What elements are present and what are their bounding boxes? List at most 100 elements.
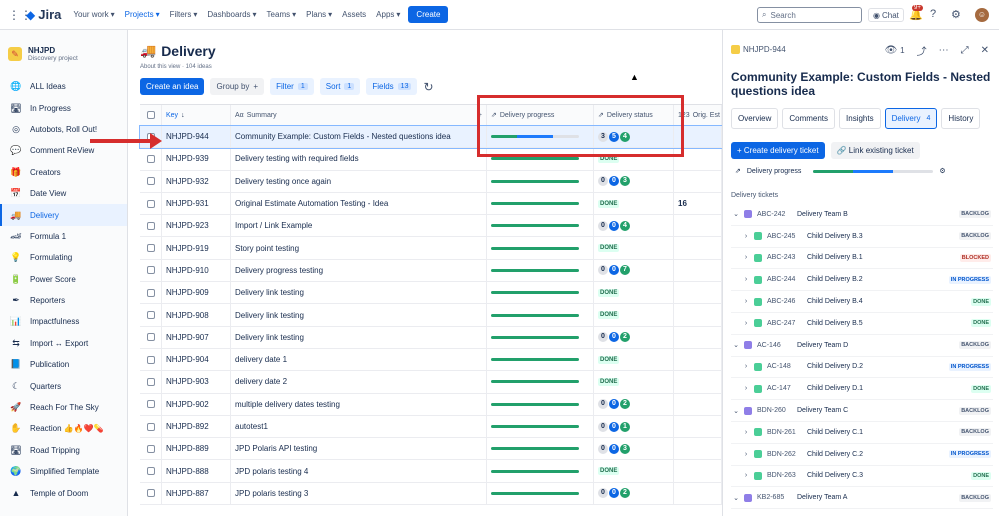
sidebar-item-formulating[interactable]: 💡 Formulating <box>0 247 127 268</box>
ticket-key[interactable]: AC-146 <box>757 342 797 349</box>
row-checkbox[interactable] <box>140 282 162 304</box>
ticket-summary[interactable]: Delivery Team B <box>797 211 959 218</box>
jira-logo[interactable]: ◆ Jira <box>26 7 61 22</box>
ticket-summary[interactable]: Child Delivery B.5 <box>807 320 971 327</box>
sidebar-item-comment-review[interactable]: 💬 Comment ReView <box>0 140 127 161</box>
column-key[interactable]: Key ↓ <box>162 105 231 125</box>
ticket-summary[interactable]: Child Delivery D.2 <box>807 363 949 370</box>
ticket-key[interactable]: AC-148 <box>767 363 807 370</box>
ticket-key[interactable]: ABC-242 <box>757 211 797 218</box>
row-summary[interactable]: autotest1 <box>231 415 487 438</box>
row-orig-est[interactable]: 16 <box>674 192 722 215</box>
ticket-key[interactable]: BDN-262 <box>767 451 807 458</box>
table-row[interactable]: NHJPD-888 JPD polaris testing 4 DONE <box>140 460 722 483</box>
tab-insights[interactable]: Insights <box>839 108 881 129</box>
sidebar-item-power-score[interactable]: 🔋 Power Score <box>0 269 127 290</box>
ticket-summary[interactable]: Child Delivery D.1 <box>807 385 971 392</box>
ticket-key[interactable]: BDN-261 <box>767 429 807 436</box>
row-summary[interactable]: Community Example: Custom Fields - Neste… <box>231 126 487 148</box>
list-item[interactable]: ⌄ BDN-260 Delivery Team C BACKLOG <box>731 400 993 422</box>
ticket-summary[interactable]: Child Delivery C.3 <box>807 472 971 479</box>
row-key[interactable]: NHJPD-910 <box>162 259 231 282</box>
sidebar-item-simplified-template[interactable]: 🌍 Simplified Template <box>0 461 127 482</box>
ticket-key[interactable]: BDN-260 <box>757 407 797 414</box>
create-delivery-ticket-button[interactable]: + Create delivery ticket <box>731 142 825 159</box>
row-checkbox[interactable] <box>140 170 162 192</box>
settings-icon[interactable]: ⚙ <box>939 167 945 175</box>
column-summary[interactable]: Aα Summary + <box>231 105 487 125</box>
chevron-icon[interactable]: ⌄ <box>731 341 741 349</box>
refresh-icon[interactable]: ↻ <box>423 80 433 94</box>
chevron-icon[interactable]: › <box>741 298 751 305</box>
row-key[interactable]: NHJPD-939 <box>162 148 231 170</box>
row-orig-est[interactable] <box>674 326 722 348</box>
chevron-icon[interactable]: › <box>741 451 751 458</box>
nav-dashboards[interactable]: Dashboards ▾ <box>207 10 256 19</box>
row-checkbox[interactable] <box>140 215 162 237</box>
chevron-icon[interactable]: › <box>741 429 751 436</box>
row-key[interactable]: NHJPD-944 <box>162 126 231 148</box>
row-checkbox[interactable] <box>140 259 162 282</box>
row-key[interactable]: NHJPD-903 <box>162 371 231 393</box>
chevron-icon[interactable]: › <box>741 254 751 261</box>
row-summary[interactable]: delivery date 1 <box>231 348 487 371</box>
chevron-icon[interactable]: › <box>741 385 751 392</box>
group-by-button[interactable]: Group by + <box>210 78 265 95</box>
row-orig-est[interactable] <box>674 438 722 460</box>
row-key[interactable]: NHJPD-923 <box>162 215 231 237</box>
sidebar-item-creators[interactable]: 🎁 Creators <box>0 162 127 183</box>
filter-button[interactable]: Filter 1 <box>270 78 314 95</box>
sidebar-item-autobots-roll-out[interactable]: ◎ Autobots, Roll Out! <box>0 119 127 140</box>
chat-button[interactable]: ◉ Chat <box>868 8 904 22</box>
list-item[interactable]: ⌄ ABC-242 Delivery Team B BACKLOG <box>731 204 993 226</box>
tab-delivery[interactable]: Delivery 4 <box>884 108 938 129</box>
ticket-summary[interactable]: Delivery Team D <box>797 342 959 349</box>
table-row[interactable]: NHJPD-903 delivery date 2 DONE <box>140 371 722 394</box>
row-orig-est[interactable] <box>674 170 722 192</box>
avatar[interactable]: ☺ <box>975 8 989 22</box>
row-summary[interactable]: Original Estimate Automation Testing - I… <box>231 192 487 215</box>
chevron-icon[interactable]: › <box>741 233 751 240</box>
select-all-checkbox[interactable] <box>140 105 162 125</box>
panel-title[interactable]: Community Example: Custom Fields - Neste… <box>731 70 993 98</box>
nav-assets[interactable]: Assets <box>342 10 366 19</box>
sidebar-item-in-progress[interactable]: 🛣 In Progress <box>0 97 127 118</box>
sidebar-item-publication[interactable]: 📘 Publication <box>0 354 127 375</box>
table-row[interactable]: NHJPD-910 Delivery progress testing 0 0 7 <box>140 259 722 283</box>
row-summary[interactable]: JPD polaris testing 3 <box>231 482 487 505</box>
sidebar-item-reporters[interactable]: ✒ Reporters <box>0 290 127 311</box>
ticket-summary[interactable]: Child Delivery B.1 <box>807 254 960 261</box>
sidebar-item-reaction[interactable]: ✋ Reaction 👍🔥❤️💊 <box>0 418 127 439</box>
row-summary[interactable]: Delivery link testing <box>231 304 487 326</box>
chevron-icon[interactable]: › <box>741 363 751 370</box>
panel-issue-key[interactable]: NHJPD-944 <box>731 45 786 54</box>
ticket-summary[interactable]: Child Delivery B.2 <box>807 276 949 283</box>
list-item[interactable]: › AC-147 Child Delivery D.1 DONE <box>731 378 993 401</box>
ticket-key[interactable]: BDN-263 <box>767 472 807 479</box>
row-checkbox[interactable] <box>140 460 162 482</box>
row-orig-est[interactable] <box>674 415 722 438</box>
project-header[interactable]: ✎ NHJPD Discovery project <box>0 30 127 70</box>
table-row[interactable]: NHJPD-908 Delivery link testing DONE <box>140 304 722 327</box>
ticket-key[interactable]: ABC-246 <box>767 298 807 305</box>
row-orig-est[interactable] <box>674 393 722 415</box>
row-orig-est[interactable] <box>674 259 722 282</box>
row-checkbox[interactable] <box>140 192 162 215</box>
share-icon[interactable]: ⤴ <box>917 43 927 58</box>
gear-icon[interactable]: ⚙ <box>951 8 961 21</box>
create-button[interactable]: Create <box>408 6 449 23</box>
chevron-icon[interactable]: › <box>741 472 751 479</box>
row-checkbox[interactable] <box>140 371 162 393</box>
sidebar-item-formula-1[interactable]: 🏎 Formula 1 <box>0 226 127 247</box>
nav-projects[interactable]: Projects ▾ <box>125 10 160 19</box>
row-summary[interactable]: delivery date 2 <box>231 371 487 393</box>
create-idea-button[interactable]: Create an idea <box>140 78 205 95</box>
row-key[interactable]: NHJPD-919 <box>162 237 231 259</box>
sidebar-item-date-view[interactable]: 📅 Date View <box>0 183 127 204</box>
ticket-key[interactable]: ABC-247 <box>767 320 807 327</box>
list-item[interactable]: › AC-148 Child Delivery D.2 IN PROGRESS <box>731 357 993 379</box>
table-row[interactable]: NHJPD-923 Import / Link Example 0 0 4 <box>140 215 722 238</box>
ticket-summary[interactable]: Delivery Team A <box>797 494 959 501</box>
nav-filters[interactable]: Filters ▾ <box>170 10 198 19</box>
ticket-key[interactable]: ABC-243 <box>767 254 807 261</box>
